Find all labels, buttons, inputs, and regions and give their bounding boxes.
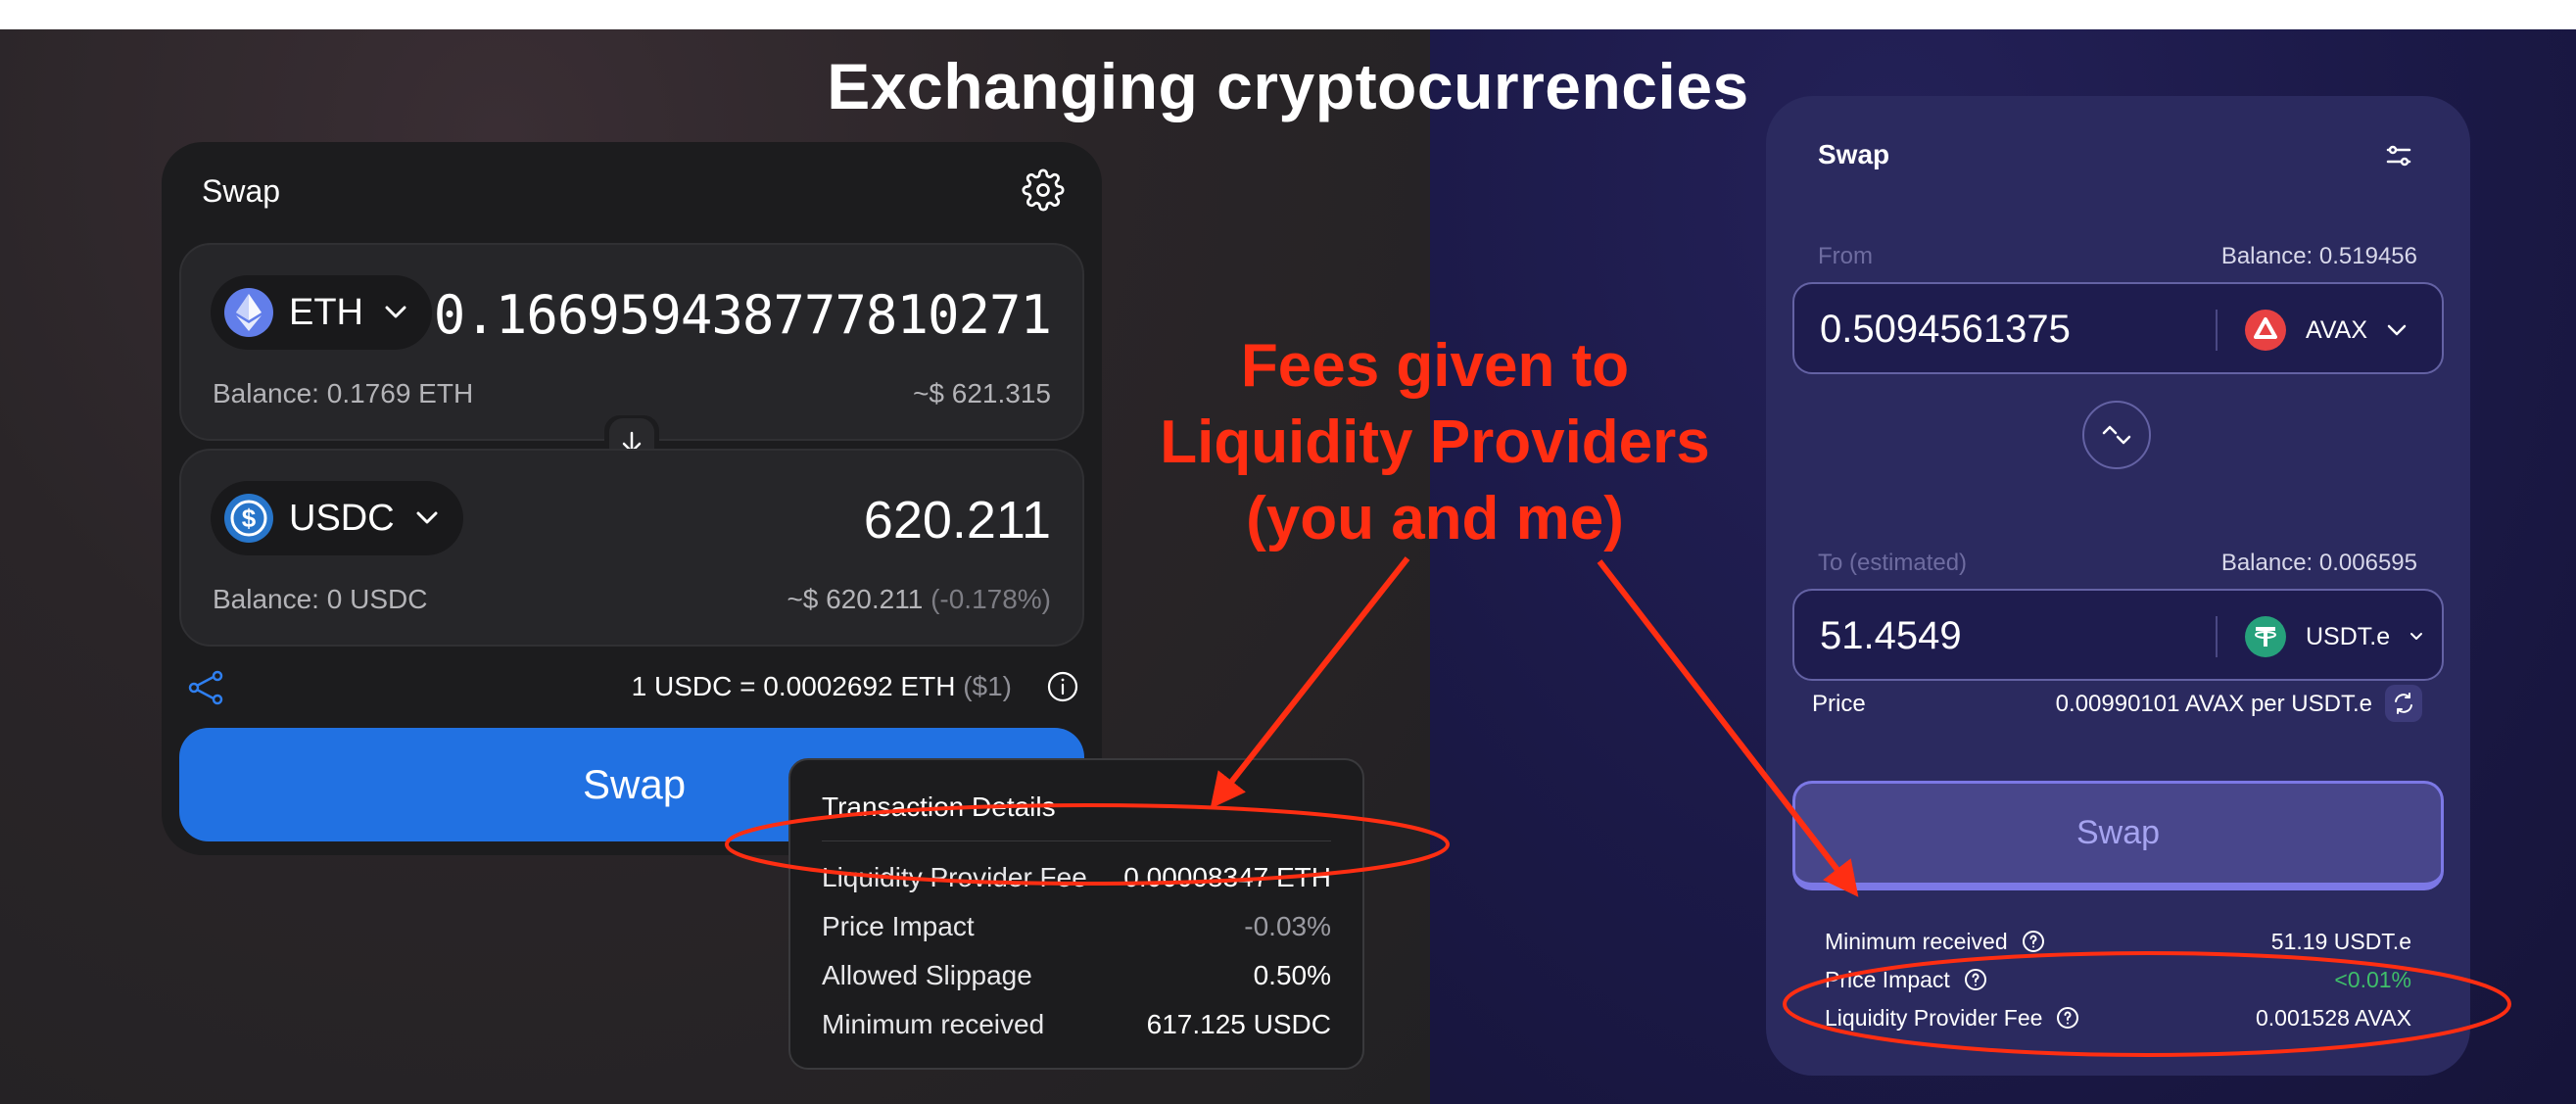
screenshot-canvas: Exchanging cryptocurrencies Swap ETH 0.1… xyxy=(0,29,2576,1104)
annotation-overlay xyxy=(725,556,2511,1057)
highlight-ellipse-left xyxy=(725,803,1450,886)
arrow-to-right-fee xyxy=(1597,559,1859,897)
arrow-to-left-fee xyxy=(1210,556,1410,809)
highlight-ellipse-right xyxy=(1783,951,2511,1057)
